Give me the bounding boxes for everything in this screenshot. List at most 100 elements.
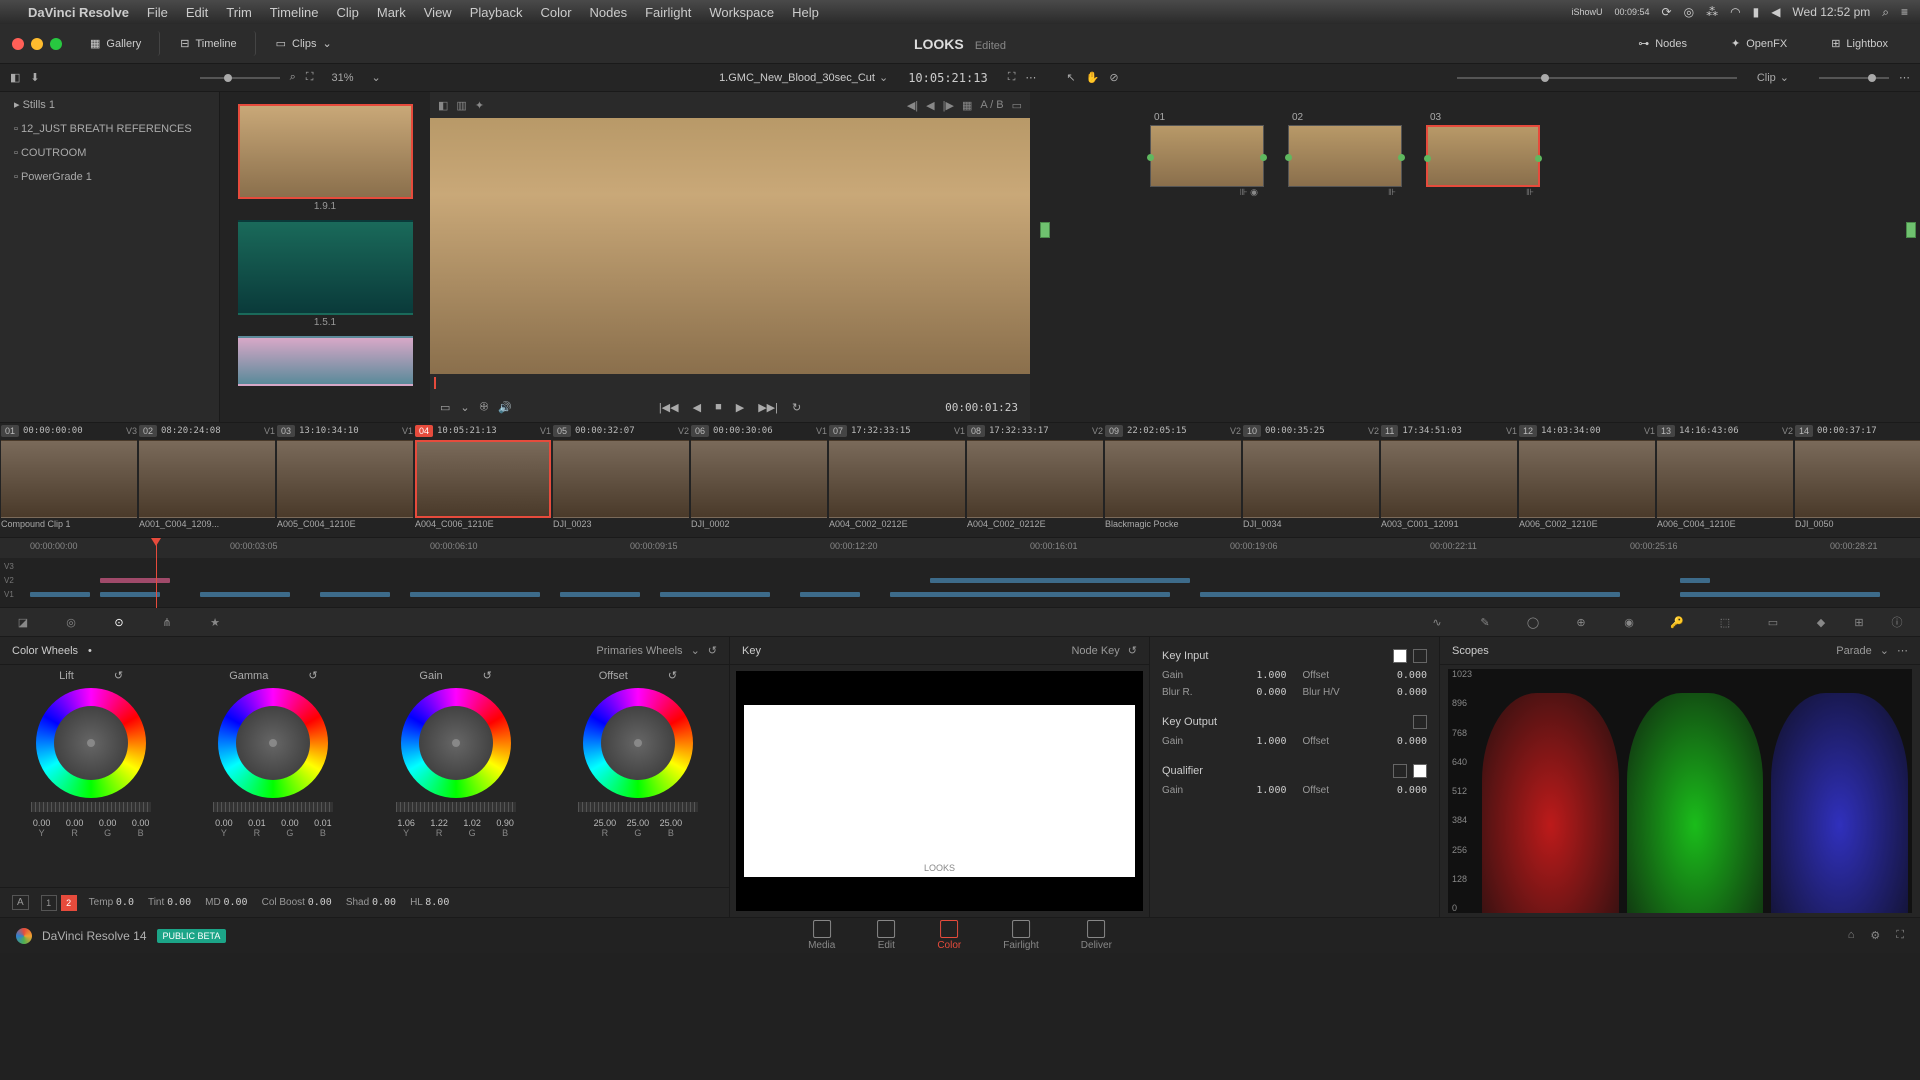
timeline-toggle[interactable]: ⊟Timeline [168,31,255,56]
clip-item[interactable]: 0922:02:05:15V2Blackmagic Pocke [1104,423,1242,537]
invert-icon[interactable] [1413,715,1427,729]
wheel-value[interactable]: 25.00 [624,818,651,828]
viewer-layout-icon[interactable]: ▭ [1012,99,1022,112]
clip-item[interactable]: 0208:20:24:08V1A001_C004_1209... [138,423,276,537]
camera-raw-icon[interactable]: ◪ [14,613,32,631]
matte-icon[interactable] [1393,649,1407,663]
clip-thumbnail[interactable] [1243,440,1379,518]
openfx-toggle[interactable]: ✦OpenFX [1719,31,1799,56]
node-source[interactable] [1040,222,1050,238]
scope-mode[interactable]: Parade [1836,645,1871,657]
clip-thumbnail[interactable] [553,440,689,518]
blur-hv-value[interactable]: 0.000 [1397,687,1427,698]
key-viewer[interactable]: LOOKS [736,671,1143,911]
menu-help[interactable]: Help [792,5,819,20]
hand-tool-icon[interactable]: ✋ [1086,71,1100,84]
node-01[interactable]: 01 ⊪ ◉ [1150,112,1264,198]
chevron-down-icon[interactable]: ⌄ [691,644,700,657]
keyframe-dot-icon[interactable]: • [88,645,92,657]
global-value[interactable]: 0.00 [224,897,248,908]
minimize-window-icon[interactable] [31,38,43,50]
magic-wand-icon[interactable]: ✦ [475,99,484,112]
reset-icon[interactable]: ↺ [308,669,317,682]
still-thumbnail[interactable] [238,104,413,199]
menu-app[interactable]: DaVinci Resolve [28,5,129,20]
matte-icon[interactable] [1393,764,1407,778]
clip-item[interactable]: 0717:32:33:15V1A004_C002_0212E [828,423,966,537]
menu-fairlight[interactable]: Fairlight [645,5,691,20]
split-screen-icon[interactable]: ▥ [456,99,466,112]
viewer-mode-icon[interactable]: ▭ [440,401,450,414]
play-reverse-icon[interactable]: ◀ [926,99,934,112]
global-value[interactable]: 0.0 [116,897,134,908]
clip-item[interactable]: 1314:16:43:06V2A006_C004_1210E [1656,423,1794,537]
curves-icon[interactable]: ∿ [1428,613,1446,631]
clip-item[interactable]: 0600:00:30:06V1DJI_0002 [690,423,828,537]
rgb-mixer-icon[interactable]: ⋔ [158,613,176,631]
window-icon[interactable]: ◯ [1524,613,1542,631]
clip-thumbnail[interactable] [415,440,551,518]
stereo-icon[interactable]: ▭ [1764,613,1782,631]
volume-icon[interactable]: 🔊 [498,401,512,414]
status-bt-icon[interactable]: ⁂ [1706,5,1718,19]
clip-item[interactable]: 0313:10:34:10V1A005_C004_1210E [276,423,414,537]
home-icon[interactable]: ⌂ [1848,929,1855,942]
scopes-icon[interactable]: ⊞ [1850,613,1868,631]
wheel-value[interactable]: 0.01 [243,818,270,828]
unmute-icon[interactable]: 🕀 [480,401,489,414]
node-02[interactable]: 02 ⊪ [1288,112,1402,198]
menu-view[interactable]: View [424,5,452,20]
color-wheel[interactable] [583,688,693,798]
gallery-toggle[interactable]: ▦Gallery [78,31,160,56]
disable-icon[interactable]: ⊘ [1109,71,1118,84]
wheel-value[interactable]: 0.01 [309,818,336,828]
gain-value[interactable]: 1.000 [1256,736,1286,747]
status-menu-icon[interactable]: ≡ [1901,5,1908,19]
still-thumbnail[interactable] [238,220,413,315]
expand-icon[interactable]: ⛶ [306,71,314,84]
reset-icon[interactable]: ↺ [1128,644,1137,657]
sizing-icon[interactable]: ⬚ [1716,613,1734,631]
transport-timecode[interactable]: 00:00:01:23 [945,401,1018,414]
viewer-image[interactable] [430,118,1030,374]
keyframe-icon[interactable]: ◆ [1812,613,1830,631]
reset-icon[interactable]: ↺ [708,644,717,657]
next-edit-icon[interactable]: |▶ [943,99,954,112]
timeline-ruler[interactable]: 00:00:00:0000:00:03:0500:00:06:1000:00:0… [0,538,1920,558]
key-icon[interactable]: 🔑 [1668,613,1686,631]
export-icon[interactable]: ⬇ [30,71,39,84]
chevron-down-icon[interactable]: ⌄ [879,71,888,84]
wheel-value[interactable]: 1.22 [426,818,453,828]
wheel-value[interactable]: 0.00 [127,818,154,828]
clip-thumbnail[interactable] [1795,440,1920,518]
current-clip-name[interactable]: 1.GMC_New_Blood_30sec_Cut [719,72,875,84]
offset-value[interactable]: 0.000 [1397,785,1427,796]
zoom-level[interactable]: 31% [324,72,362,84]
playhead[interactable] [156,538,157,608]
image-wipe-icon[interactable]: ◧ [438,99,448,112]
wheel-value[interactable]: 0.00 [276,818,303,828]
gallery-folder[interactable]: ▫ 12_JUST BREATH REFERENCES [0,117,219,141]
nodes-toggle[interactable]: ⊶Nodes [1626,31,1699,56]
color-match-icon[interactable]: ◎ [62,613,80,631]
split-view-icon[interactable]: ◧ [10,71,20,84]
wheel-value[interactable]: 25.00 [657,818,684,828]
wheels-mode[interactable]: Primaries Wheels [596,645,682,657]
tracking-icon[interactable]: ⊕ [1572,613,1590,631]
search-icon[interactable]: ⌕ [290,71,296,84]
page-deliver[interactable]: Deliver [1081,920,1112,951]
clip-thumbnail[interactable] [1,440,137,518]
node-slider[interactable] [1457,77,1737,79]
page-1-button[interactable]: 1 [41,895,57,911]
fullscreen-icon[interactable]: ⛶ [1008,71,1016,84]
blur-icon[interactable]: ◉ [1620,613,1638,631]
gallery-folder[interactable]: ▫ COUTROOM [0,141,219,165]
master-slider[interactable] [31,802,151,812]
menu-edit[interactable]: Edit [186,5,208,20]
slider-track[interactable] [200,77,280,79]
loop-icon[interactable]: ↻ [792,401,801,414]
status-battery-icon[interactable]: ▮ [1753,5,1760,19]
color-wheels-icon[interactable]: ⊙ [110,613,128,631]
page-2-button[interactable]: 2 [61,895,77,911]
status-wifi-icon[interactable]: ◠ [1730,5,1740,19]
